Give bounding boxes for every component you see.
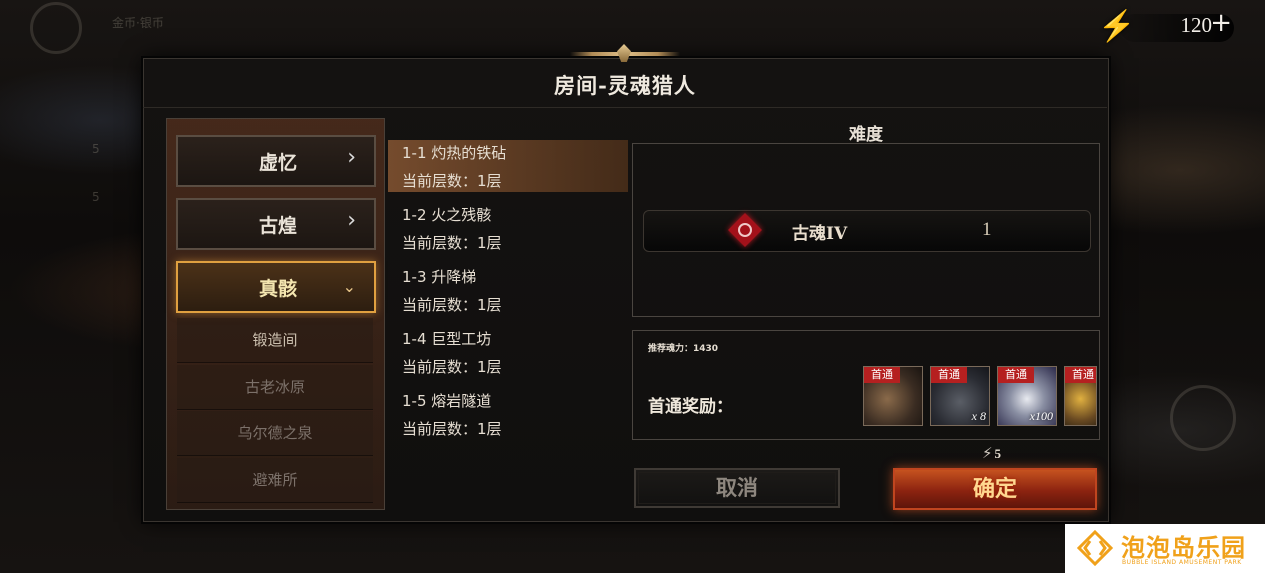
soul-emblem-icon	[728, 213, 762, 247]
level-floor: 当前层数：1层	[402, 420, 502, 438]
energy-cost: ⚡ 5	[982, 444, 1001, 462]
category-guhuang[interactable]: 古煌 ›	[176, 198, 376, 250]
cancel-button[interactable]: 取消	[634, 468, 840, 508]
reward-item[interactable]: 首通 x100	[997, 366, 1057, 426]
bg-avatar-icon	[30, 2, 82, 54]
level-floor: 当前层数：1层	[402, 172, 502, 190]
watermark-title: 泡泡岛乐园	[1121, 534, 1246, 562]
chevron-right-icon: ›	[347, 208, 356, 233]
bg-menu-icon	[1170, 385, 1236, 451]
level-name: 1-5 熔岩隧道	[402, 392, 492, 410]
lightning-icon: ⚡	[982, 444, 993, 462]
reward-item[interactable]: 首通	[863, 366, 923, 426]
chevron-right-icon: ›	[347, 145, 356, 170]
energy-value: 120	[1180, 13, 1213, 37]
level-name: 1-1 灼热的铁砧	[402, 144, 507, 162]
recommended-power: 推荐魂力：1430	[648, 344, 719, 354]
level-name: 1-4 巨型工坊	[402, 330, 492, 348]
bg-count-text: 5	[92, 142, 100, 156]
level-item[interactable]: 1-4 巨型工坊 当前层数：1层	[388, 326, 628, 378]
first-clear-tag: 首通	[998, 367, 1034, 383]
add-energy-button[interactable]: +	[1210, 8, 1232, 38]
subcategory-item[interactable]: 避难所	[177, 458, 373, 503]
watermark-logo: 泡泡岛乐园 BUBBLE ISLAND AMUSEMENT PARK	[1065, 524, 1265, 573]
difficulty-value: 1	[982, 219, 992, 240]
dialog-ornament	[570, 44, 680, 64]
diamond-logo-icon	[1077, 530, 1113, 566]
first-clear-reward-label: 首通奖励：	[648, 397, 733, 417]
item-quantity: x100	[1029, 409, 1053, 423]
subcategory-item[interactable]: 古老冰原	[177, 365, 373, 410]
title-divider	[143, 107, 1107, 108]
difficulty-selector[interactable]: 古魂IV 1	[643, 210, 1091, 252]
reward-item[interactable]: 首通 x 8	[930, 366, 990, 426]
energy-counter: ⚡ 120 +	[1098, 8, 1234, 46]
item-quantity: x 8	[971, 409, 986, 423]
level-name: 1-2 火之残骸	[402, 206, 492, 224]
confirm-button[interactable]: 确定	[893, 468, 1097, 510]
first-clear-tag: 首通	[1065, 367, 1096, 383]
level-item[interactable]: 1-3 升降梯 当前层数：1层	[388, 264, 628, 316]
category-xuyi[interactable]: 虚忆 ›	[176, 135, 376, 187]
level-item[interactable]: 1-2 火之残骸 当前层数：1层	[388, 202, 628, 254]
bg-count-text: 5	[92, 190, 100, 204]
first-clear-tag: 首通	[864, 367, 900, 383]
chevron-down-icon: ⌄	[342, 277, 356, 296]
dialog-title: 房间-灵魂猎人	[554, 73, 696, 98]
first-clear-tag: 首通	[931, 367, 967, 383]
cost-value: 5	[994, 446, 1002, 461]
watermark-subtitle: BUBBLE ISLAND AMUSEMENT PARK	[1122, 559, 1242, 566]
level-item[interactable]: 1-5 熔岩隧道 当前层数：1层	[388, 388, 628, 440]
category-zhenhai[interactable]: 真骸 ⌄	[176, 261, 376, 313]
level-floor: 当前层数：1层	[402, 296, 502, 314]
reward-item[interactable]: 首通	[1064, 366, 1097, 426]
lightning-icon: ⚡	[1098, 9, 1136, 44]
level-floor: 当前层数：1层	[402, 234, 502, 252]
level-name: 1-3 升降梯	[402, 268, 477, 286]
bg-currency-text: 金币·银币	[112, 16, 164, 30]
subcategory-item[interactable]: 锻造间	[177, 318, 373, 363]
level-item[interactable]: 1-1 灼热的铁砧 当前层数：1层	[388, 140, 628, 192]
difficulty-title: 难度	[849, 125, 883, 145]
subcategory-item[interactable]: 乌尔德之泉	[177, 411, 373, 456]
difficulty-name: 古魂IV	[792, 224, 848, 244]
level-floor: 当前层数：1层	[402, 358, 502, 376]
